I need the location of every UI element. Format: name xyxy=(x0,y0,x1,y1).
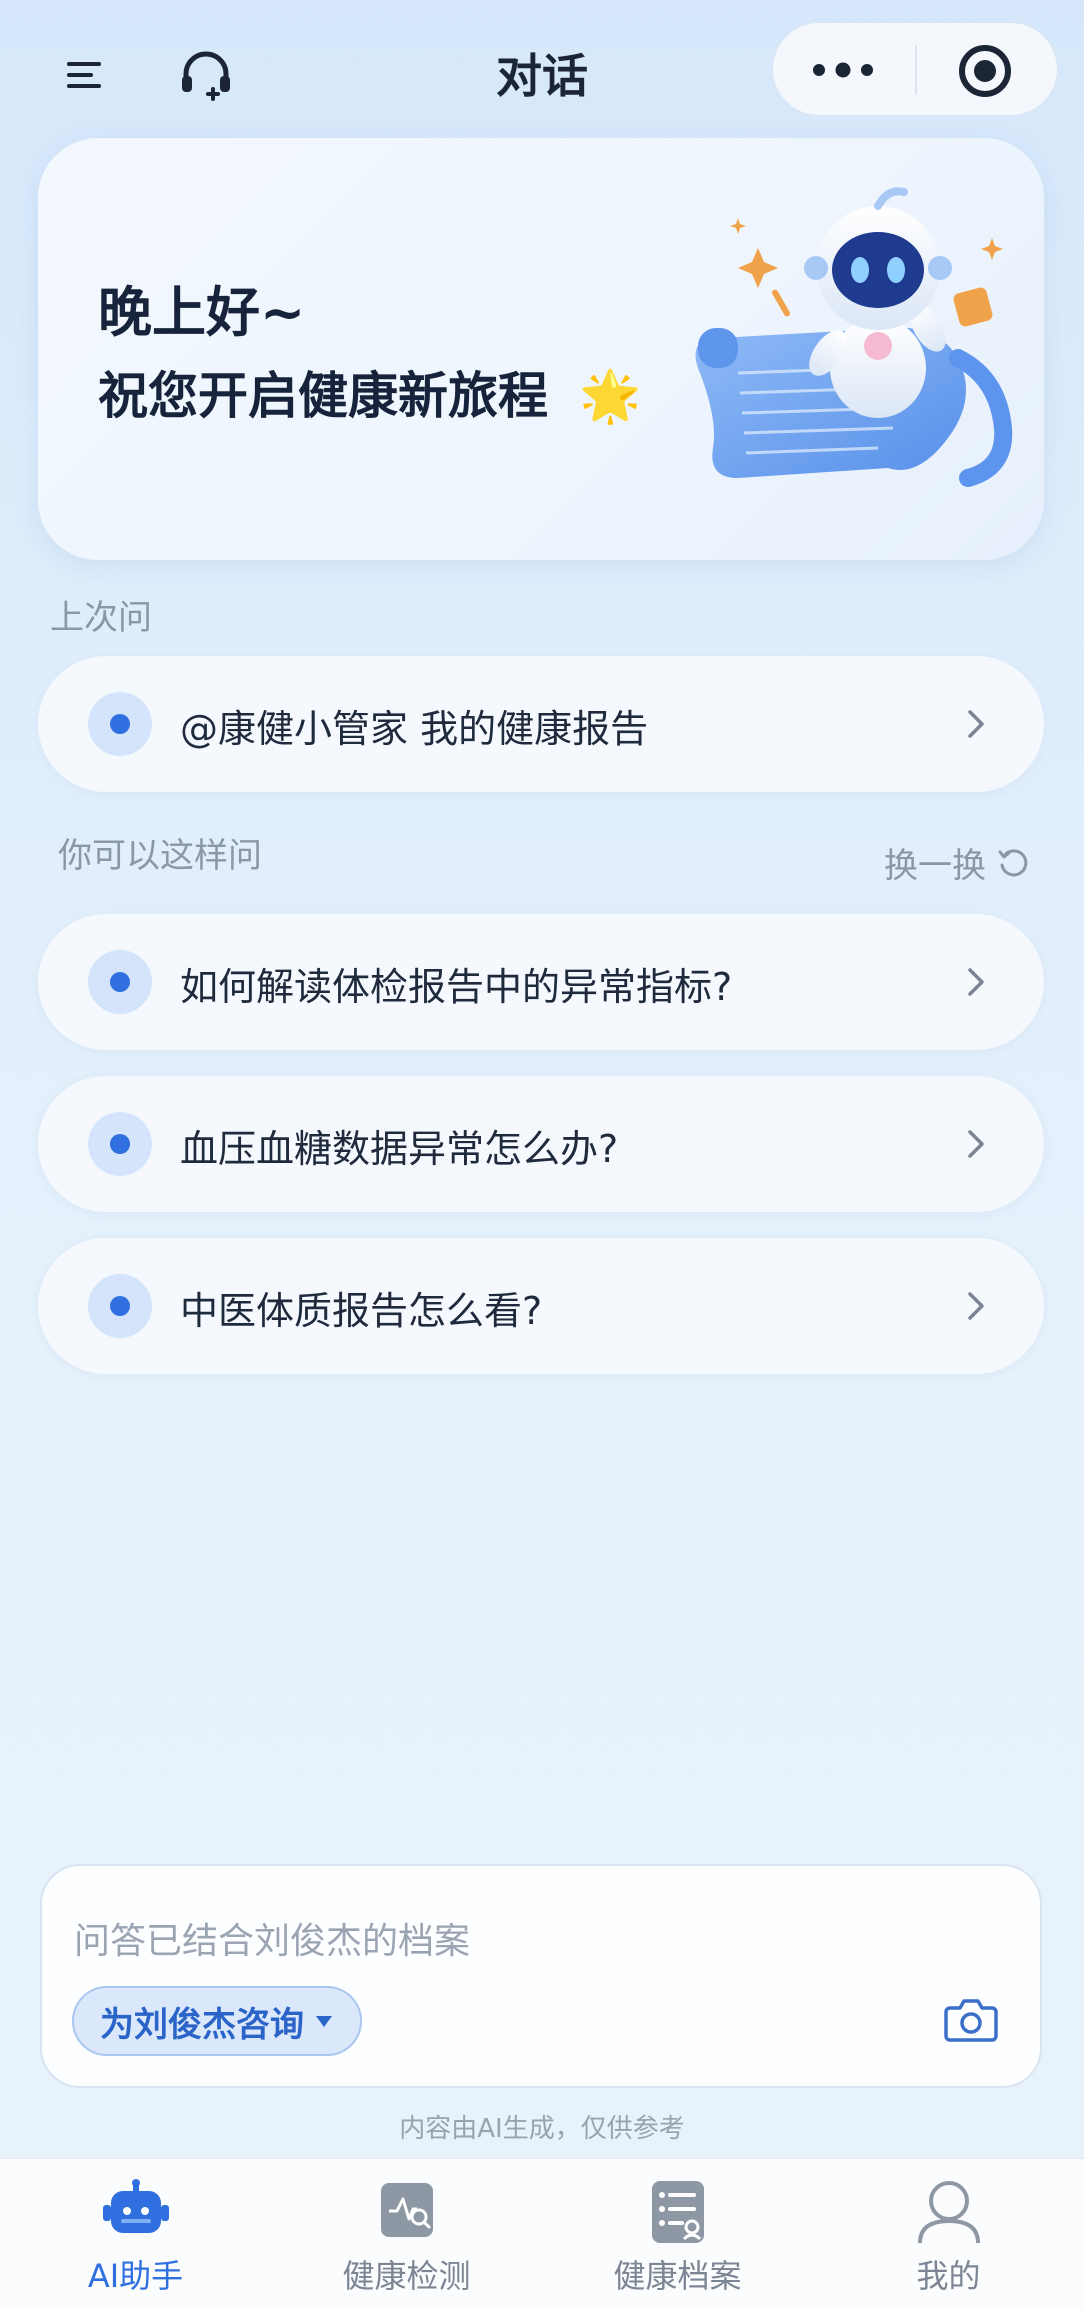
last-question-item[interactable]: @康健小管家 我的健康报告 xyxy=(38,656,1044,792)
nav-label: 我的 xyxy=(916,2257,981,2295)
suggestions-label: 你可以这样问 xyxy=(58,836,262,876)
nav-label: 健康档案 xyxy=(613,2257,742,2295)
nav-item-mine[interactable]: 我的 xyxy=(813,2159,1084,2309)
chat-input-placeholder[interactable]: 问答已结合刘俊杰的档案 xyxy=(74,1912,470,1964)
greeting-card: 晚上好~ 祝您开启健康新旅程 🌟 xyxy=(38,138,1044,560)
health-check-icon xyxy=(377,2179,437,2245)
star-emoji-icon: 🌟 xyxy=(579,367,642,425)
greeting-text: 晚上好~ xyxy=(98,281,306,344)
chevron-right-icon xyxy=(964,962,988,1006)
chat-input-box[interactable]: 问答已结合刘俊杰的档案 为刘俊杰咨询 xyxy=(40,1864,1042,2088)
nav-item-ai-assistant[interactable]: AI助手 xyxy=(0,2159,271,2309)
bottom-nav: AI助手 健康检测 健康档案 我的 xyxy=(0,2158,1084,2309)
suggestion-text: 血压血糖数据异常怎么办? xyxy=(180,1127,619,1171)
health-record-icon xyxy=(648,2179,708,2249)
caret-down-icon xyxy=(316,2016,332,2027)
bullet-icon xyxy=(88,950,152,1014)
refresh-icon xyxy=(998,848,1028,876)
more-dots-icon[interactable] xyxy=(803,49,883,91)
suggestion-item[interactable]: 中医体质报告怎么看? xyxy=(38,1238,1044,1374)
refresh-label: 换一换 xyxy=(884,846,986,886)
bullet-icon xyxy=(88,692,152,756)
ai-disclaimer: 内容由AI生成，仅供参考 xyxy=(399,2114,685,2144)
chevron-right-icon xyxy=(964,1124,988,1168)
nav-item-health-check[interactable]: 健康检测 xyxy=(271,2159,542,2309)
suggestion-item[interactable]: 如何解读体检报告中的异常指标? xyxy=(38,914,1044,1050)
target-icon[interactable] xyxy=(955,41,1015,101)
capsule-divider xyxy=(915,45,917,95)
nav-item-health-record[interactable]: 健康档案 xyxy=(542,2159,813,2309)
suggestion-item[interactable]: 血压血糖数据异常怎么办? xyxy=(38,1076,1044,1212)
refresh-button[interactable]: 换一换 xyxy=(884,838,1030,887)
last-question-text: @康健小管家 我的健康报告 xyxy=(180,707,649,751)
profile-icon xyxy=(916,2179,982,2249)
camera-icon[interactable] xyxy=(944,1996,998,2046)
suggestion-text: 中医体质报告怎么看? xyxy=(180,1289,543,1333)
consult-label: 为刘俊杰咨询 xyxy=(100,2004,304,2045)
greeting-subtitle: 祝您开启健康新旅程 🌟 xyxy=(98,367,642,425)
miniapp-capsule xyxy=(772,22,1058,116)
consult-for-dropdown[interactable]: 为刘俊杰咨询 xyxy=(72,1986,362,2056)
nav-label: AI助手 xyxy=(87,2257,184,2295)
bullet-icon xyxy=(88,1112,152,1176)
robot-illustration xyxy=(678,178,1018,498)
nav-label: 健康检测 xyxy=(342,2257,471,2295)
suggestion-text: 如何解读体检报告中的异常指标? xyxy=(180,965,733,1009)
bullet-icon xyxy=(88,1274,152,1338)
chevron-right-icon xyxy=(964,1286,988,1330)
last-question-label: 上次问 xyxy=(50,598,152,638)
chevron-right-icon xyxy=(964,704,988,748)
robot-icon xyxy=(101,2179,171,2247)
